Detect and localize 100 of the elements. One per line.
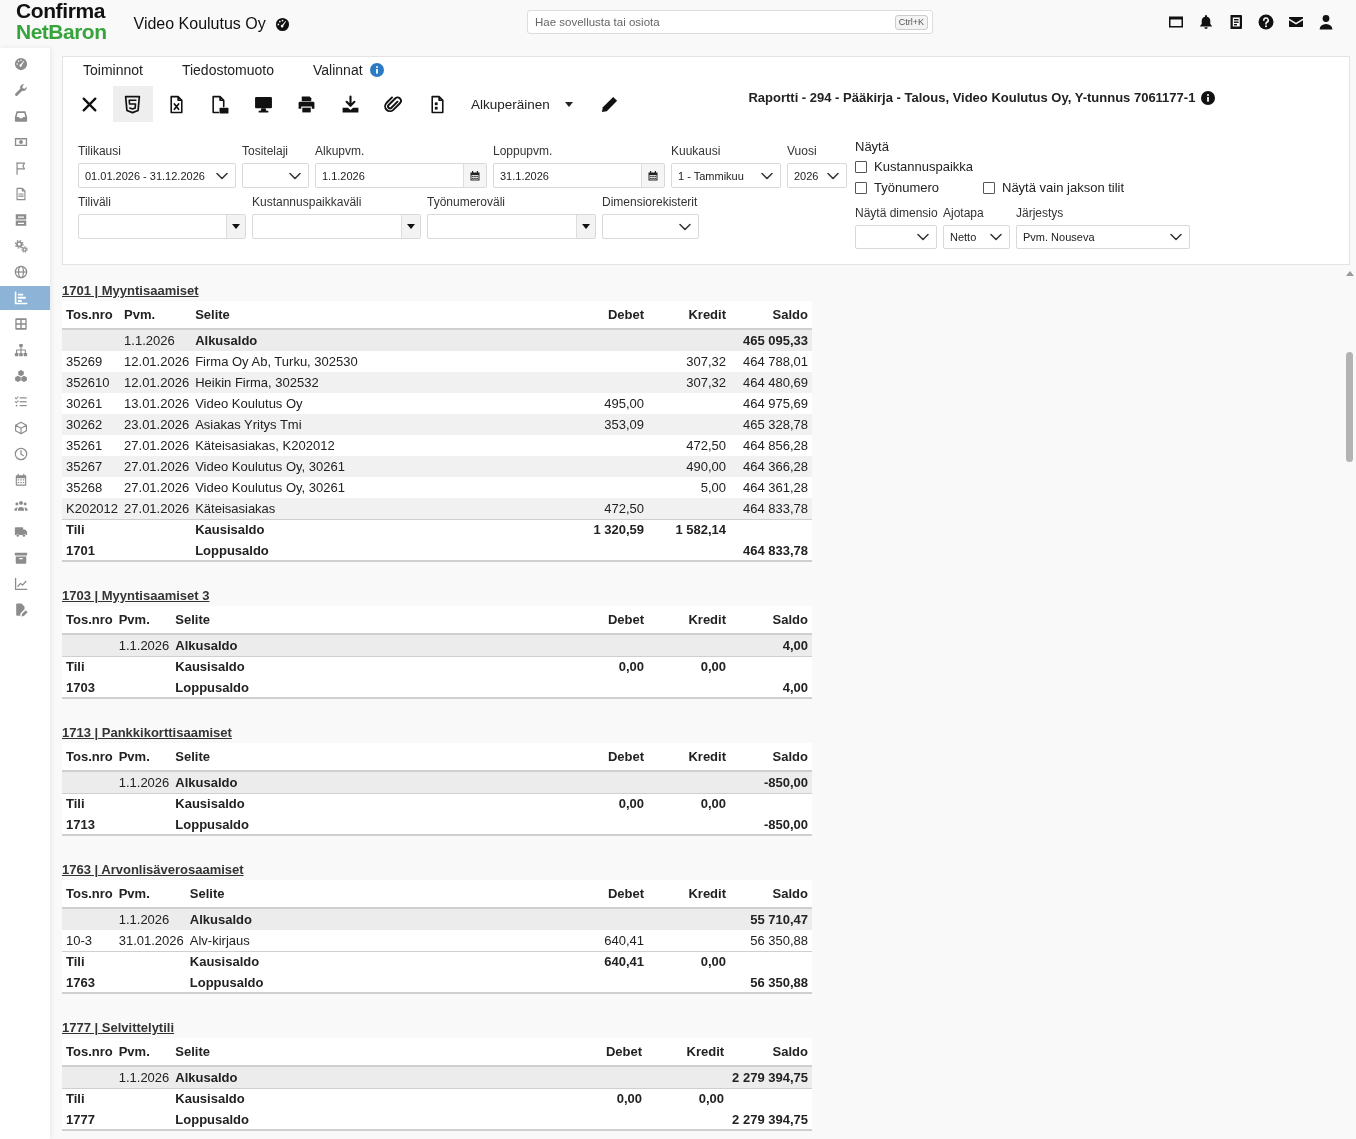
html-button[interactable] <box>112 86 153 122</box>
scroll-up-icon[interactable] <box>1345 271 1354 276</box>
date-field[interactable]: 1.1.2026 <box>315 163 487 188</box>
dropdown-field[interactable] <box>855 225 937 249</box>
dropdown-button[interactable] <box>226 215 245 238</box>
field-label: Tiliväli <box>78 195 112 209</box>
table-cell: 1.1.2026 <box>115 1066 173 1088</box>
field-label: Dimensiorekisterit <box>602 195 699 209</box>
column-header: Selite <box>186 880 566 908</box>
download-icon <box>340 94 360 114</box>
chevron-down-icon <box>289 171 301 180</box>
table-cell: 27.01.2026 <box>121 456 193 477</box>
table-cell: Alkusaldo <box>172 634 566 656</box>
table-cell: Loppusaldo <box>186 972 566 993</box>
dropdown-field[interactable]: 1 - Tammikuu <box>671 163 781 188</box>
search-field[interactable]: Hae sovellusta tai osiota Ctrl+K <box>527 10 933 34</box>
table-cell: 1.1.2026 <box>115 634 173 656</box>
address-book-icon[interactable] <box>1228 14 1244 30</box>
column-header: Kredit <box>648 743 730 771</box>
table-cell: 13.01.2026 <box>121 393 193 414</box>
checkbox-label[interactable]: Kustannuspaikka <box>874 159 973 174</box>
checkbox[interactable] <box>855 181 867 194</box>
checkbox[interactable] <box>983 181 995 194</box>
account-title[interactable]: 1777 | Selvittelytili <box>62 1020 175 1035</box>
date-field[interactable]: 31.1.2026 <box>493 163 665 188</box>
bar-chart-icon <box>14 291 28 305</box>
table-cell: 464 833,78 <box>730 540 812 561</box>
account-title[interactable]: 1713 | Pankkikorttisaamiset <box>62 725 232 740</box>
table-cell: Alkusaldo <box>172 1066 565 1088</box>
combo-field[interactable] <box>427 214 596 239</box>
menu-tab[interactable]: Tiedostomuoto <box>181 62 274 78</box>
column-header: Saldo <box>730 880 812 908</box>
column-header: Tos.nro <box>62 1038 116 1066</box>
table-cell: Heikin Firma, 302532 <box>192 372 566 393</box>
column-header: Saldo <box>730 606 812 634</box>
brand-name: Confirma <box>16 1 105 21</box>
window-icon[interactable] <box>1168 14 1184 30</box>
envelope-icon[interactable] <box>1288 14 1304 30</box>
calendar-icon <box>470 170 480 181</box>
table-cell: Video Koulutus Oy, 30261 <box>192 477 566 498</box>
gauge-icon[interactable] <box>274 16 290 32</box>
document-icon <box>14 187 28 201</box>
checkbox-label[interactable]: Työnumero <box>874 180 940 195</box>
dropdown-field[interactable]: 2026 <box>787 163 847 188</box>
table-cell: 27.01.2026 <box>121 498 193 519</box>
table-cell: Video Koulutus Oy <box>192 393 566 414</box>
account-title[interactable]: 1763 | Arvonlisäverosaamiset <box>62 862 244 877</box>
account-title[interactable]: 1703 | Myyntisaamiset 3 <box>62 588 210 603</box>
table-cell: -850,00 <box>730 771 812 793</box>
checkbox-label[interactable]: Näytä vain jakson tilit <box>1002 180 1125 195</box>
column-header: Debet <box>566 880 648 908</box>
monitor-icon <box>253 94 273 114</box>
scrollbar-thumb[interactable] <box>1346 352 1353 462</box>
dropdown-field[interactable]: 01.01.2026 - 31.12.2026 <box>78 163 236 188</box>
dropdown-field[interactable]: Pvm. Nouseva <box>1016 225 1190 249</box>
table-cell: Video Koulutus Oy, 30261 <box>192 456 566 477</box>
column-header: Debet <box>564 1038 647 1066</box>
product-name: NetBaron <box>16 21 107 42</box>
wrench-icon <box>14 83 28 97</box>
table-cell: 464 788,01 <box>730 351 812 372</box>
table-cell: Tili <box>62 656 116 677</box>
account-title[interactable]: 1701 | Myyntisaamiset <box>62 283 199 298</box>
checkbox[interactable] <box>855 160 867 173</box>
server-icon <box>14 213 28 227</box>
column-header: Saldo <box>728 1038 812 1066</box>
pencil-icon <box>600 94 620 114</box>
table-cell: Tili <box>62 1088 116 1109</box>
table-cell: 1.1.2026 <box>121 329 193 351</box>
combo-field[interactable] <box>252 214 421 239</box>
table-cell: 472,50 <box>648 435 730 456</box>
user-icon[interactable] <box>1318 14 1334 30</box>
sidebar-item[interactable] <box>0 286 50 310</box>
printer-icon <box>297 94 316 114</box>
table-cell: Asiakas Yritys Tmi <box>192 414 566 435</box>
calendar-button[interactable] <box>641 164 664 187</box>
dropdown-field[interactable] <box>242 163 309 188</box>
dropdown-button[interactable] <box>576 215 595 238</box>
menu-tab[interactable]: Valinnat <box>313 62 384 78</box>
table-cell: Loppusaldo <box>192 540 566 561</box>
chevron-down-icon <box>216 171 228 180</box>
menu-tab[interactable]: Toiminnot <box>83 62 143 78</box>
calendar-icon <box>648 170 658 181</box>
calendar-button[interactable] <box>463 164 486 187</box>
dropdown-button[interactable] <box>401 215 420 238</box>
dropdown-field[interactable] <box>602 214 699 239</box>
table-cell: 464 856,28 <box>730 435 812 456</box>
section-label: Näytä <box>855 139 890 155</box>
dropdown-field[interactable]: Netto <box>943 225 1010 249</box>
table-cell: 1703 <box>62 677 116 698</box>
table-cell: 464 361,28 <box>730 477 812 498</box>
layout-dropdown[interactable]: Alkuperäinen <box>461 86 583 122</box>
help-icon[interactable] <box>1258 14 1274 30</box>
combo-field[interactable] <box>78 214 246 239</box>
table-cell: Tili <box>62 519 122 540</box>
column-header: Selite <box>172 606 566 634</box>
bell-icon[interactable] <box>1198 14 1214 30</box>
column-header: Pvm. <box>115 743 173 771</box>
column-header: Kredit <box>648 301 730 329</box>
chevron-down-icon <box>1170 233 1182 241</box>
file-pen-icon <box>14 603 28 617</box>
